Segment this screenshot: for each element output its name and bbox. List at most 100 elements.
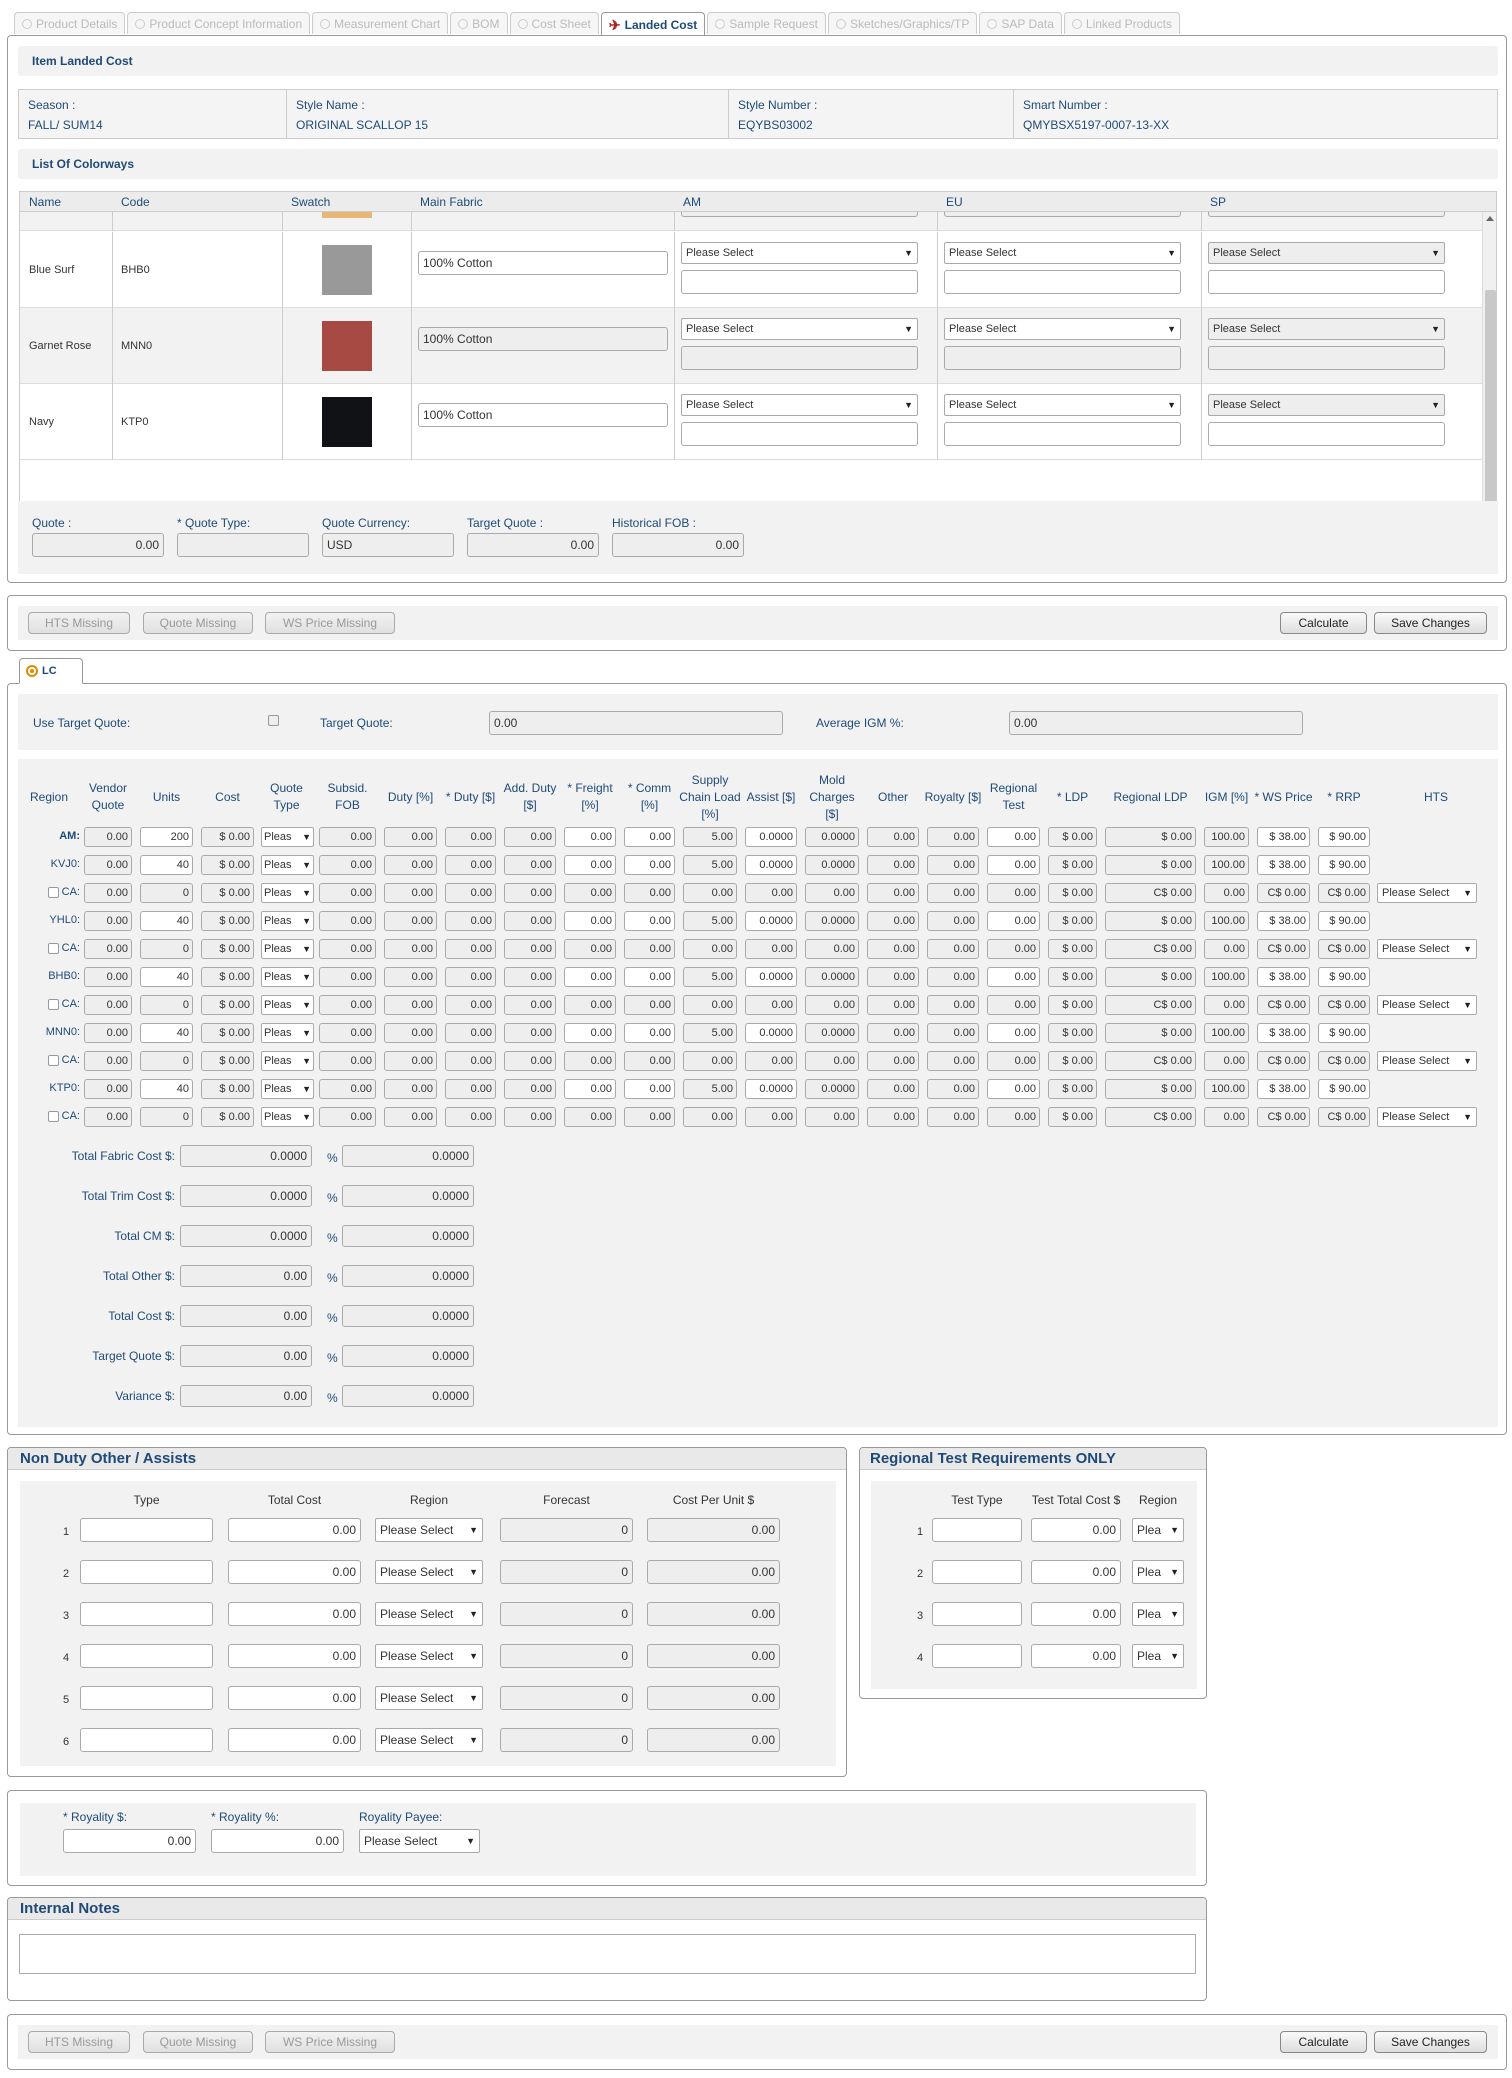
save-changes-button[interactable]: Save Changes [1374, 2031, 1487, 2053]
tab-sap-data[interactable]: SAP Data [979, 12, 1062, 34]
lc-cell-input[interactable]: $ 90.00 [1318, 911, 1370, 931]
lc-cell-input[interactable]: 5.00 [683, 827, 737, 847]
non-duty-cost-per-unit-input[interactable]: 0.00 [647, 1728, 780, 1752]
lc-cell-input[interactable]: 0.0000 [745, 1023, 797, 1043]
lc-cell-input[interactable]: $ 0.00 [1048, 1107, 1097, 1127]
lc-cell-input[interactable]: 0.00 [384, 1079, 437, 1099]
totals-value-input[interactable]: 0.00 [180, 1265, 312, 1287]
lc-cell-input[interactable]: 0.00 [564, 883, 616, 903]
lc-cell-input[interactable]: 0.00 [867, 911, 919, 931]
tab-landed-cost[interactable]: ✈ Landed Cost [600, 12, 706, 36]
lc-cell-input[interactable]: 0.0000 [805, 1023, 859, 1043]
lc-cell-input[interactable]: 0 [140, 1107, 193, 1127]
totals-value-input[interactable]: 0.00 [180, 1345, 312, 1367]
colorway-am-select[interactable]: Please Select [681, 318, 918, 340]
lc-cell-input[interactable]: $ 0.00 [201, 1023, 254, 1043]
lc-cell-input[interactable]: 0.00 [504, 995, 556, 1015]
lc-cell-input[interactable]: 0.00 [987, 855, 1040, 875]
lc-cell-input[interactable]: 0.00 [84, 827, 132, 847]
ws-price-missing-button[interactable]: WS Price Missing [265, 612, 395, 634]
lc-cell-input[interactable]: 0.00 [319, 995, 376, 1015]
lc-cell-input[interactable]: 0.00 [683, 1051, 737, 1071]
lc-cell-input[interactable]: 0.00 [683, 939, 737, 959]
quote-field-input[interactable]: USD [322, 533, 454, 557]
lc-cell-input[interactable]: $ 0.00 [1048, 1051, 1097, 1071]
lc-cell-input[interactable]: $ 38.00 [1257, 1023, 1310, 1043]
lc-cell-input[interactable]: $ 0.00 [201, 883, 254, 903]
quote-missing-button[interactable]: Quote Missing [143, 612, 253, 634]
lc-cell-input[interactable]: 0.00 [445, 995, 496, 1015]
lc-cell-input[interactable]: 0.0000 [745, 855, 797, 875]
lc-cell-input[interactable]: $ 0.00 [1105, 827, 1196, 847]
lc-cell-input[interactable]: C$ 0.00 [1105, 1107, 1196, 1127]
regional-test-type-input[interactable] [932, 1518, 1022, 1542]
lc-cell-input[interactable]: 0.00 [384, 967, 437, 987]
lc-cell-input[interactable]: $ 0.00 [201, 1051, 254, 1071]
lc-cell-input[interactable]: 40 [140, 855, 193, 875]
lc-cell-input[interactable]: 0.00 [927, 911, 979, 931]
lc-cell-input[interactable]: 0.00 [624, 1107, 675, 1127]
lc-quote-type-select[interactable]: Pleas [261, 883, 314, 903]
lc-cell-input[interactable]: 0.00 [927, 995, 979, 1015]
lc-cell-input[interactable]: 0.00 [445, 1051, 496, 1071]
lc-cell-input[interactable]: C$ 0.00 [1318, 939, 1370, 959]
tab-measurement-chart[interactable]: Measurement Chart [312, 12, 449, 34]
lc-cell-input[interactable]: C$ 0.00 [1318, 995, 1370, 1015]
lc-cell-input[interactable]: $ 90.00 [1318, 1079, 1370, 1099]
lc-cell-input[interactable]: 0.00 [683, 1107, 737, 1127]
lc-row-checkbox[interactable] [47, 1110, 59, 1122]
lc-cell-input[interactable]: 0.00 [927, 1107, 979, 1127]
lc-cell-input[interactable]: $ 0.00 [201, 1079, 254, 1099]
non-duty-forecast-input[interactable]: 0 [500, 1686, 633, 1710]
lc-cell-input[interactable]: 0.00 [624, 827, 675, 847]
non-duty-forecast-input[interactable]: 0 [500, 1560, 633, 1584]
lc-cell-input[interactable]: 100.00 [1204, 855, 1249, 875]
lc-cell-input[interactable]: 0.00 [564, 1051, 616, 1071]
lc-cell-input[interactable]: $ 90.00 [1318, 855, 1370, 875]
use-target-quote-checkbox[interactable] [268, 715, 279, 726]
lc-cell-input[interactable]: $ 90.00 [1318, 967, 1370, 987]
lc-cell-input[interactable]: C$ 0.00 [1105, 995, 1196, 1015]
calculate-button[interactable]: Calculate [1280, 2031, 1367, 2053]
lc-cell-input[interactable]: $ 38.00 [1257, 911, 1310, 931]
lc-cell-input[interactable]: 0.00 [867, 855, 919, 875]
lc-cell-input[interactable]: 0.0000 [805, 911, 859, 931]
target-quote-input[interactable]: 0.00 [489, 711, 783, 735]
lc-hts-select[interactable]: Please Select [1377, 939, 1477, 959]
tab-product-details[interactable]: Product Details [14, 12, 126, 34]
lc-cell-input[interactable]: 0.00 [927, 939, 979, 959]
royalty-payee-select[interactable]: Please Select [359, 1829, 480, 1853]
lc-cell-input[interactable]: 0.00 [445, 883, 496, 903]
lc-cell-input[interactable]: $ 38.00 [1257, 827, 1310, 847]
totals-percent-input[interactable]: 0.0000 [342, 1185, 474, 1207]
tab-linked-products[interactable]: Linked Products [1063, 12, 1180, 34]
lc-cell-input[interactable]: 0.00 [1204, 939, 1249, 959]
lc-cell-input[interactable]: 0.00 [805, 1051, 859, 1071]
lc-cell-input[interactable]: 0.00 [445, 1107, 496, 1127]
lc-cell-input[interactable]: 0.00 [84, 995, 132, 1015]
lc-cell-input[interactable]: 0.00 [84, 1023, 132, 1043]
lc-cell-input[interactable]: 200 [140, 827, 193, 847]
lc-cell-input[interactable]: 0.00 [1204, 1051, 1249, 1071]
royalty-percent-input[interactable]: 0.00 [211, 1829, 344, 1853]
lc-cell-input[interactable]: 0.00 [867, 827, 919, 847]
lc-cell-input[interactable]: $ 0.00 [201, 855, 254, 875]
lc-cell-input[interactable]: 0.00 [384, 1023, 437, 1043]
non-duty-region-select[interactable]: Please Select [375, 1644, 483, 1668]
totals-value-input[interactable]: 0.00 [180, 1305, 312, 1327]
lc-cell-input[interactable]: 0.00 [867, 967, 919, 987]
lc-cell-input[interactable]: 0.00 [745, 1051, 797, 1071]
lc-cell-input[interactable]: 0.00 [624, 995, 675, 1015]
lc-cell-input[interactable]: C$ 0.00 [1318, 883, 1370, 903]
lc-cell-input[interactable]: 0.00 [987, 883, 1040, 903]
lc-cell-input[interactable]: 0.00 [987, 827, 1040, 847]
lc-cell-input[interactable]: 0.00 [445, 1079, 496, 1099]
non-duty-type-input[interactable] [80, 1518, 213, 1542]
lc-cell-input[interactable]: 0.00 [564, 911, 616, 931]
main-fabric-input[interactable]: 100% Cotton [418, 251, 668, 275]
non-duty-total-cost-input[interactable]: 0.00 [228, 1560, 361, 1584]
lc-cell-input[interactable]: 0.00 [84, 939, 132, 959]
lc-cell-input[interactable]: $ 0.00 [201, 1107, 254, 1127]
lc-cell-input[interactable]: C$ 0.00 [1105, 883, 1196, 903]
colorways-scrollbar[interactable] [1482, 212, 1496, 525]
